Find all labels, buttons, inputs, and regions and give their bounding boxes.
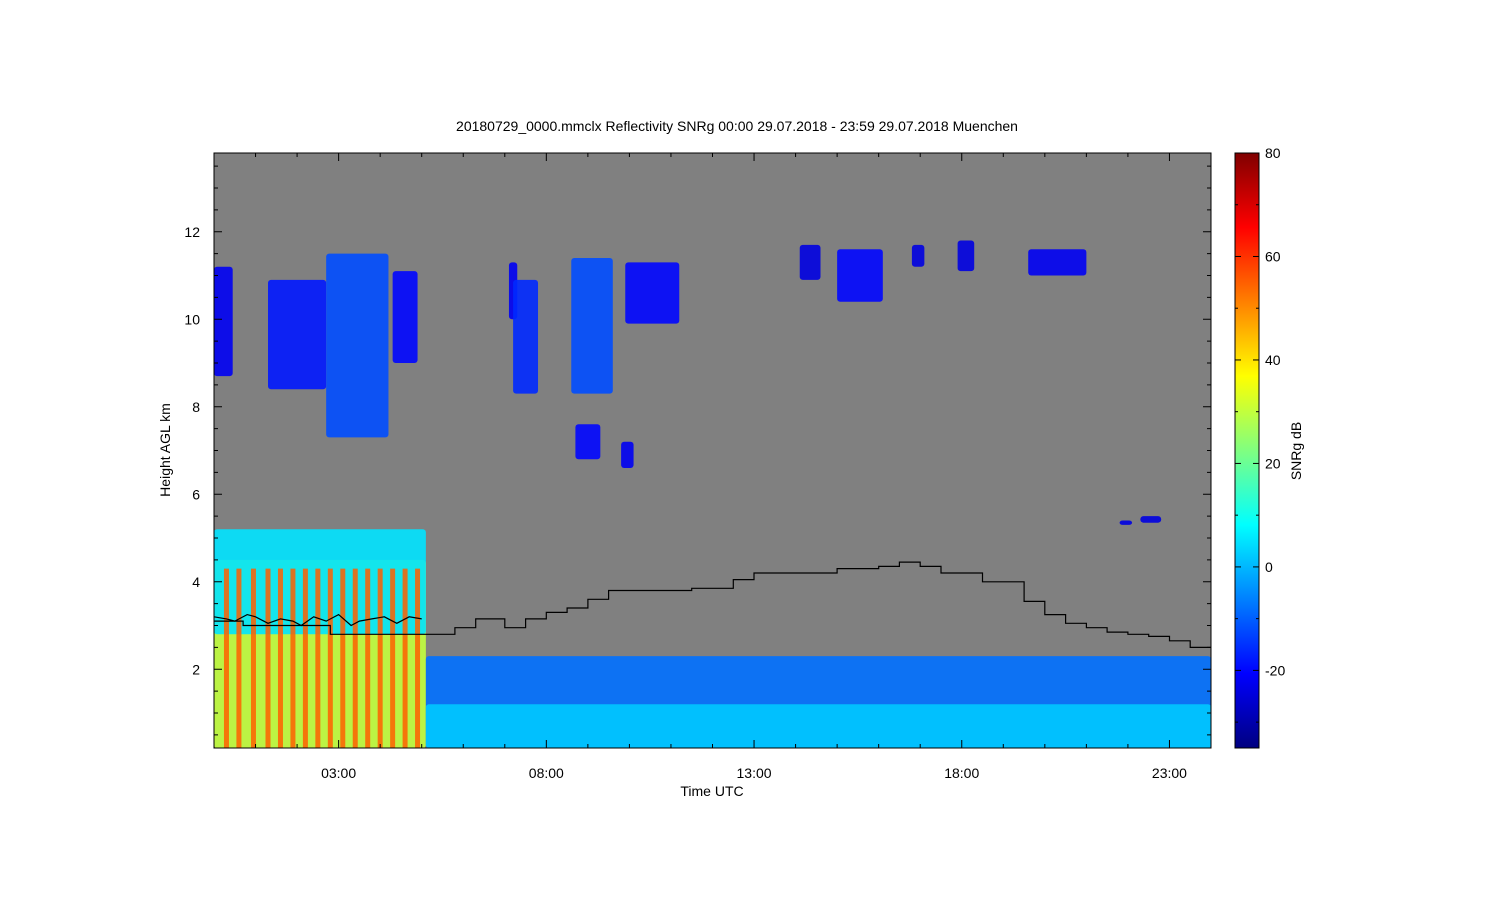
echo-region	[1028, 249, 1087, 276]
x-tick-label: 23:00	[1152, 765, 1187, 781]
precip-column	[265, 568, 271, 748]
x-tick-label: 03:00	[321, 765, 356, 781]
colorbar-tick-label: 40	[1265, 352, 1281, 368]
echo-region	[326, 253, 389, 438]
precip-column	[315, 568, 321, 748]
y-tick-label: 10	[184, 311, 200, 327]
y-tick-label: 8	[192, 399, 200, 415]
echo-region	[575, 424, 601, 460]
echo-region	[425, 704, 1211, 748]
echo-region	[911, 244, 925, 267]
x-axis-label: Time UTC	[680, 783, 743, 799]
precip-column	[236, 568, 242, 748]
echo-region	[571, 258, 613, 394]
echo-region	[214, 266, 233, 377]
precip-column	[277, 568, 283, 748]
colorbar-label: SNRg dB	[1288, 422, 1304, 480]
y-tick-label: 12	[184, 224, 200, 240]
precip-column	[290, 568, 296, 748]
colorbar-tick-label: 60	[1265, 248, 1281, 264]
echo-region	[799, 244, 821, 280]
colorbar-tick-label: 80	[1265, 145, 1281, 161]
echo-region	[621, 441, 634, 468]
precip-column	[377, 568, 383, 748]
colorbar-tick-label: 20	[1265, 455, 1281, 471]
precip-column	[340, 568, 346, 748]
y-tick-label: 6	[192, 486, 200, 502]
echo-region	[837, 249, 883, 302]
x-tick-label: 13:00	[737, 765, 772, 781]
echo-region	[1119, 520, 1133, 525]
precip-column	[390, 568, 396, 748]
echo-region	[268, 279, 327, 390]
precip-column	[302, 568, 308, 748]
precip-column	[223, 568, 229, 748]
colorbar	[1234, 152, 1260, 749]
precip-column	[365, 568, 371, 748]
chart-title: 20180729_0000.mmclx Reflectivity SNRg 00…	[456, 118, 1018, 134]
radar-time-height-chart: 20180729_0000.mmclx Reflectivity SNRg 00…	[157, 118, 1304, 799]
x-tick-label: 18:00	[944, 765, 979, 781]
precip-column	[327, 568, 333, 748]
echo-region	[625, 262, 680, 324]
precip-column	[402, 568, 408, 748]
y-tick-label: 2	[192, 661, 200, 677]
echo-region	[1140, 516, 1162, 523]
echo-region	[513, 279, 539, 394]
x-tick-label: 08:00	[529, 765, 564, 781]
y-tick-label: 4	[192, 574, 200, 590]
colorbar-tick-label: -20	[1265, 662, 1285, 678]
echo-region	[392, 271, 418, 363]
precip-column	[415, 568, 421, 748]
precip-column	[352, 568, 358, 748]
colorbar-tick-label: 0	[1265, 559, 1273, 575]
echo-region	[957, 240, 975, 272]
y-axis-label: Height AGL km	[157, 403, 173, 497]
precip-column	[250, 568, 256, 748]
